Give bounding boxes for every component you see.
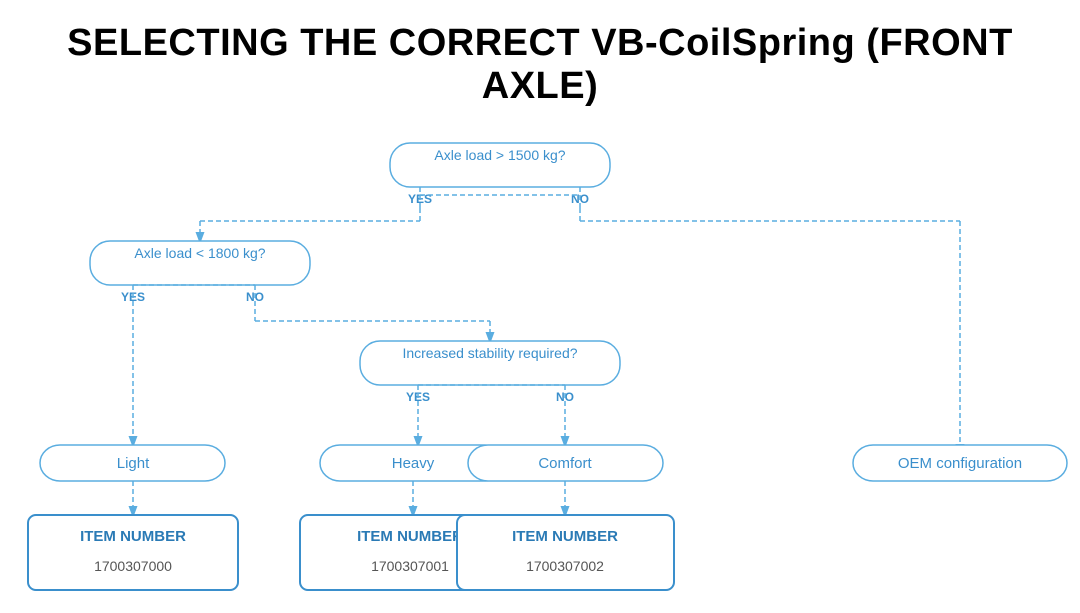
heavy-label: Heavy — [392, 455, 435, 472]
comfort-label: Comfort — [538, 455, 592, 472]
page-title: SELECTING THE CORRECT VB-CoilSpring (FRO… — [0, 0, 1080, 118]
node-axle1500-label: Axle load > 1500 kg? — [434, 147, 565, 163]
item2-box — [457, 515, 674, 590]
node-axle1800-label: Axle load < 1800 kg? — [134, 245, 265, 261]
item2-number: 1700307002 — [526, 558, 604, 574]
diagram-area: Axle load > 1500 kg? YES NO Axle load < … — [0, 123, 1080, 613]
page: SELECTING THE CORRECT VB-CoilSpring (FRO… — [0, 0, 1080, 608]
item1-title: ITEM NUMBER — [357, 528, 463, 545]
item1-number: 1700307001 — [371, 558, 449, 574]
item0-title: ITEM NUMBER — [80, 528, 186, 545]
light-label: Light — [117, 455, 150, 472]
node-stability-label: Increased stability required? — [402, 345, 577, 361]
item0-box — [28, 515, 238, 590]
item2-title: ITEM NUMBER — [512, 528, 618, 545]
oem-label: OEM configuration — [898, 455, 1022, 472]
item0-number: 1700307000 — [94, 558, 172, 574]
